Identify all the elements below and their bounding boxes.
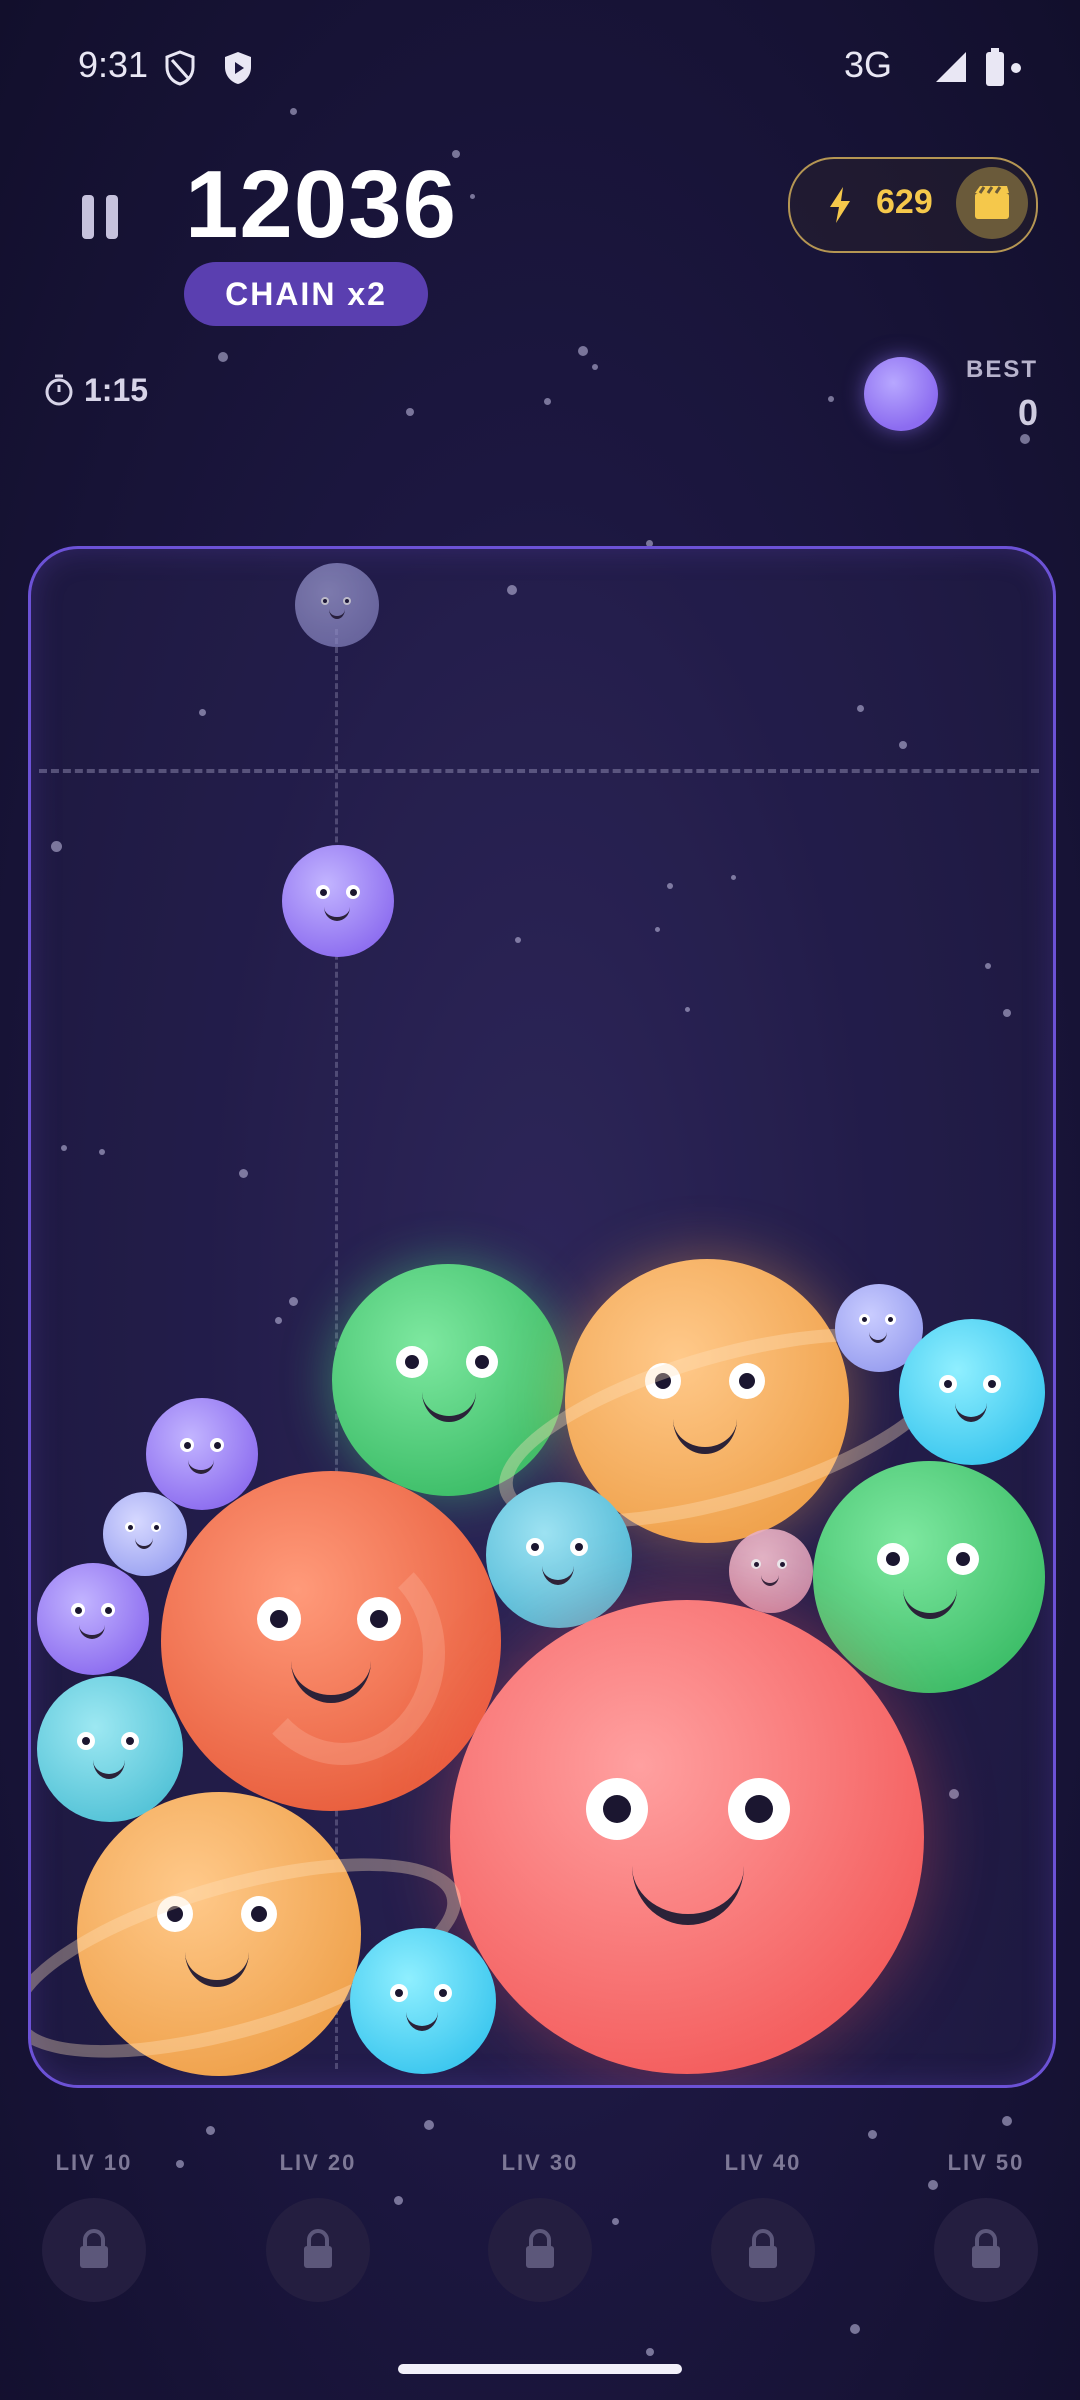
level-label: LIV 10 xyxy=(55,2150,133,2175)
level-label: LIV 50 xyxy=(947,2150,1025,2175)
planet-light-blue xyxy=(486,1482,632,1628)
lock-icon xyxy=(80,2229,108,2268)
level-lock xyxy=(934,2198,1038,2302)
level-lock xyxy=(42,2198,146,2302)
level-unlock-10[interactable]: LIV 10 xyxy=(14,2150,174,2302)
planet-cyan xyxy=(899,1319,1045,1465)
level-unlock-40[interactable]: LIV 40 xyxy=(683,2150,843,2302)
network-type: 3G xyxy=(843,44,892,85)
lock-icon xyxy=(749,2229,777,2268)
held-planet[interactable] xyxy=(295,563,379,647)
timer-icon xyxy=(45,374,73,406)
planet-purple-left xyxy=(37,1563,149,1675)
energy-value: 629 xyxy=(876,183,933,221)
battery-icon xyxy=(986,48,1021,86)
timer: 1:15 xyxy=(44,372,148,409)
watch-video-button[interactable] xyxy=(956,167,1028,239)
planet-red-large xyxy=(450,1600,924,2074)
level-lock xyxy=(266,2198,370,2302)
score: 12036 xyxy=(185,151,457,258)
pause-button[interactable] xyxy=(82,195,122,239)
falling-planet xyxy=(282,845,394,957)
planet-red-orange xyxy=(161,1471,501,1811)
timer-value: 1:15 xyxy=(84,372,149,408)
lock-icon xyxy=(304,2229,332,2268)
chain-badge: CHAIN x2 xyxy=(184,262,428,326)
danger-line xyxy=(39,769,1039,773)
next-planet-preview xyxy=(864,357,938,431)
level-unlock-50[interactable]: LIV 50 xyxy=(906,2150,1066,2302)
level-label: LIV 20 xyxy=(279,2150,357,2175)
level-unlock-20[interactable]: LIV 20 xyxy=(238,2150,398,2302)
play-area[interactable] xyxy=(28,546,1056,2088)
energy-counter[interactable]: 629 xyxy=(788,157,1038,253)
lock-icon xyxy=(972,2229,1000,2268)
level-lock xyxy=(488,2198,592,2302)
pause-icon xyxy=(82,195,94,239)
best-value: 0 xyxy=(1017,392,1038,433)
planet-purple xyxy=(146,1398,258,1510)
best-label: BEST xyxy=(965,356,1038,383)
level-unlock-30[interactable]: LIV 30 xyxy=(460,2150,620,2302)
planet-pink xyxy=(729,1529,813,1613)
planet-cyan-bottom xyxy=(350,1928,496,2074)
planet-lavender xyxy=(103,1492,187,1576)
video-icon xyxy=(975,186,1009,219)
lock-icon xyxy=(526,2229,554,2268)
signal-icon xyxy=(936,52,966,82)
home-indicator[interactable] xyxy=(398,2364,682,2374)
level-label: LIV 40 xyxy=(724,2150,802,2175)
planet-light-blue-left xyxy=(37,1676,183,1822)
shield-play-icon xyxy=(225,52,251,84)
status-time: 9:31 xyxy=(78,44,149,85)
level-label: LIV 30 xyxy=(501,2150,579,2175)
level-lock xyxy=(711,2198,815,2302)
planet-green-right xyxy=(813,1461,1045,1693)
bolt-icon xyxy=(830,187,850,223)
shield-icon xyxy=(165,50,195,86)
